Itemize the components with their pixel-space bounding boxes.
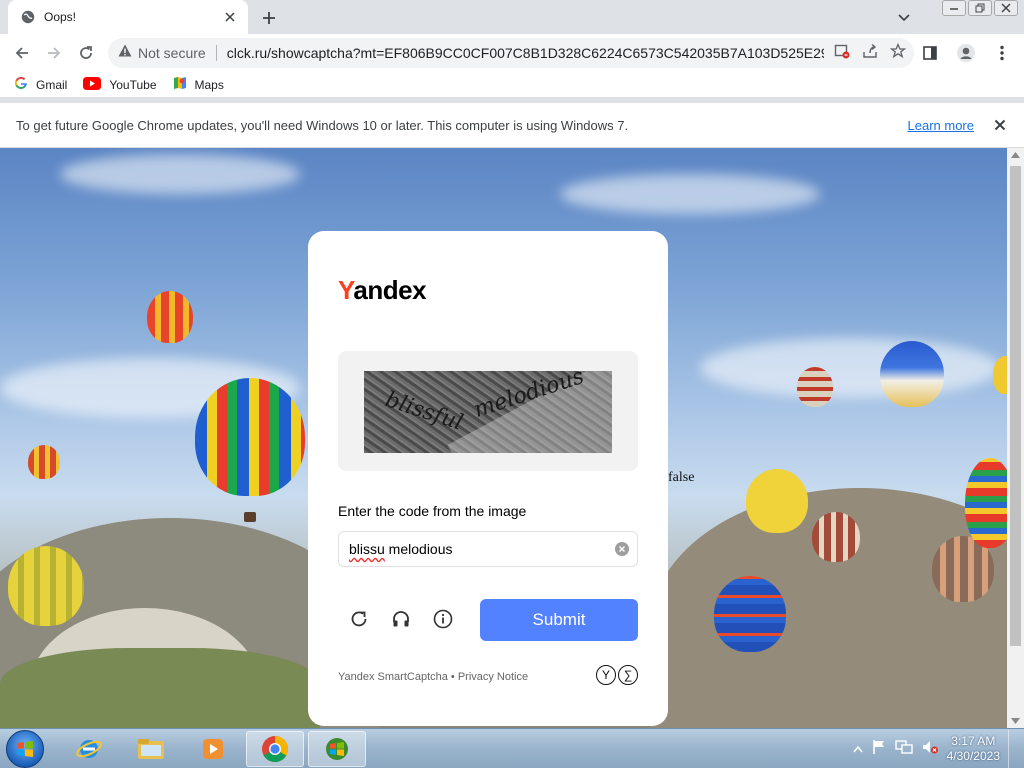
address-bar[interactable]: Not secure clck.ru/showcaptcha?mt=EF806B… [108, 38, 914, 68]
new-tab-button[interactable] [258, 7, 280, 29]
bookmark-star-icon[interactable] [889, 42, 907, 64]
infobar-message: To get future Google Chrome updates, you… [16, 117, 629, 133]
youtube-icon [83, 76, 102, 93]
info-icon[interactable] [430, 606, 456, 632]
system-clock[interactable]: 3:17 AM 4/30/2023 [947, 734, 1000, 764]
tab-close-icon[interactable] [222, 9, 238, 25]
toolbar: Not secure clck.ru/showcaptcha?mt=EF806B… [0, 34, 1024, 72]
hot-air-balloon [8, 546, 84, 626]
reload-icon[interactable] [70, 37, 102, 69]
captcha-image-frame: blissful melodious [338, 351, 638, 471]
minimize-button[interactable] [942, 0, 966, 16]
url-text[interactable]: clck.ru/showcaptcha?mt=EF806B9CC0CF007C8… [227, 45, 824, 61]
cloud [700, 338, 1000, 398]
audio-captcha-icon[interactable] [388, 606, 414, 632]
hot-air-balloon [147, 291, 193, 343]
media-player-icon[interactable] [184, 731, 242, 767]
submit-button[interactable]: Submit [480, 599, 638, 641]
bookmark-label: Maps [194, 77, 224, 92]
tab-title: Oops! [44, 10, 77, 24]
bookmark-gmail[interactable]: Gmail [14, 76, 67, 93]
valley [0, 648, 320, 728]
show-desktop-button[interactable] [1008, 730, 1018, 768]
hot-air-balloon [28, 445, 60, 479]
cloud [60, 154, 300, 194]
omnibox-divider [215, 45, 217, 61]
maps-icon [173, 76, 187, 93]
hot-air-balloon [714, 576, 786, 652]
scrollbar-thumb[interactable] [1010, 166, 1021, 646]
show-hidden-icons-icon[interactable] [852, 740, 863, 758]
page-viewport: false Yandex blissful melodious Enter th… [0, 148, 1007, 728]
volume-muted-icon[interactable] [921, 739, 939, 760]
windows-app-icon[interactable] [308, 731, 366, 767]
captcha-code-input[interactable]: blissu melodious [338, 531, 638, 567]
bookmark-maps[interactable]: Maps [173, 76, 224, 93]
captcha-image: blissful melodious [364, 371, 612, 453]
bookmarks-bar: Gmail YouTube Maps [0, 72, 1024, 98]
bookmark-youtube[interactable]: YouTube [83, 76, 157, 93]
infobar-close-icon[interactable] [990, 115, 1010, 135]
yandex-logo: Yandex [338, 275, 427, 305]
forward-icon[interactable] [38, 37, 70, 69]
clock-date: 4/30/2023 [946, 749, 1000, 763]
hot-air-balloon [195, 378, 305, 496]
captcha-prompt: Enter the code from the image [338, 503, 527, 519]
back-icon[interactable] [6, 37, 38, 69]
hot-air-balloon [797, 367, 833, 407]
hot-air-balloon [993, 356, 1007, 394]
google-icon [14, 76, 28, 93]
smartcaptcha-logo: Y ∑ [596, 665, 638, 685]
chevron-down-icon[interactable] [894, 8, 914, 28]
tab-oops[interactable]: Oops! [8, 0, 248, 34]
update-infobar: To get future Google Chrome updates, you… [0, 103, 1024, 148]
captcha-card: Yandex blissful melodious Enter the code… [308, 231, 668, 726]
hot-air-balloon [746, 469, 808, 533]
page-scrollbar[interactable] [1007, 148, 1024, 728]
hot-air-balloon [965, 458, 1007, 548]
refresh-captcha-icon[interactable] [346, 606, 372, 632]
close-window-button[interactable] [994, 0, 1018, 16]
kebab-menu-icon[interactable] [986, 37, 1018, 69]
windows-taskbar: 3:17 AM 4/30/2023 [0, 728, 1024, 768]
cloud [560, 174, 820, 214]
captcha-footer[interactable]: Yandex SmartCaptcha • Privacy Notice [338, 671, 528, 683]
side-panel-icon[interactable] [914, 37, 946, 69]
bookmark-label: YouTube [109, 77, 157, 92]
captcha-word: blissful [382, 387, 466, 436]
network-icon[interactable] [894, 739, 913, 760]
internet-explorer-icon[interactable] [60, 731, 118, 767]
security-label[interactable]: Not secure [138, 45, 206, 61]
chrome-taskbar-icon[interactable] [246, 731, 304, 767]
share-icon[interactable] [862, 43, 878, 64]
blocked-popup-icon[interactable] [834, 43, 850, 64]
bookmark-label: Gmail [36, 77, 68, 92]
action-center-flag-icon[interactable] [871, 739, 887, 760]
hot-air-balloon [812, 512, 860, 562]
clock-time: 3:17 AM [951, 734, 996, 748]
learn-more-link[interactable]: Learn more [908, 118, 974, 133]
captcha-input-value[interactable]: blissu melodious [349, 541, 615, 557]
balloon-basket [244, 512, 256, 522]
start-button[interactable] [6, 730, 44, 768]
hot-air-balloon [880, 341, 944, 407]
globe-icon [20, 9, 36, 25]
file-explorer-icon[interactable] [122, 731, 180, 767]
stray-text: false [668, 470, 695, 485]
tab-strip: Oops! [0, 0, 1024, 34]
profile-avatar-icon[interactable] [950, 37, 982, 69]
clear-input-icon[interactable] [615, 542, 629, 556]
restore-button[interactable] [968, 0, 992, 16]
window-controls [942, 0, 1018, 16]
system-tray: 3:17 AM 4/30/2023 [852, 729, 1018, 768]
warning-icon[interactable] [118, 44, 132, 62]
